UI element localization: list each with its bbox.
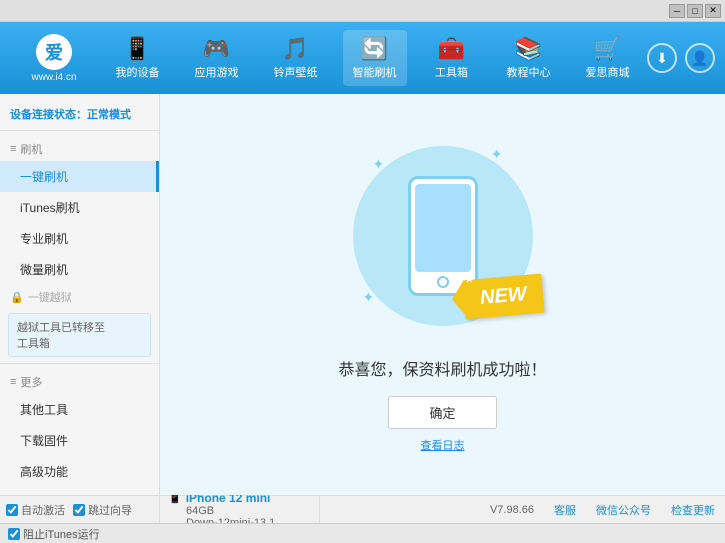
sidebar-item-save-flash[interactable]: 微量刷机 — [0, 254, 159, 285]
nav-apps-games[interactable]: 🎮 应用游戏 — [185, 30, 249, 86]
block-itunes-checkbox[interactable]: 阻止iTunes运行 — [8, 526, 100, 542]
section-more: ≡ 更多 — [0, 370, 159, 394]
auto-activate-input[interactable] — [6, 504, 18, 516]
bottom-bar: 自动激活 跳过向导 📱 iPhone 12 mini 64GB Down-12m… — [0, 495, 725, 523]
customer-service-link[interactable]: 客服 — [554, 502, 576, 518]
store-label: 爱思商城 — [586, 64, 630, 80]
block-itunes-input[interactable] — [8, 528, 20, 540]
minimize-button[interactable]: ─ — [669, 4, 685, 18]
checkboxes-area: 自动激活 跳过向导 — [6, 502, 153, 518]
sidebar-item-download-firmware[interactable]: 下载固件 — [0, 425, 159, 456]
skip-wizard-input[interactable] — [73, 504, 85, 516]
star-3: ✦ — [363, 289, 375, 306]
main-area: 设备连接状态：正常模式 ≡ 刷机 一键刷机 iTunes刷机 专业刷机 微量刷机… — [0, 94, 725, 495]
phone-home-button — [437, 276, 449, 288]
device-storage: 64GB — [168, 505, 311, 517]
version-label: V7.98.66 — [490, 504, 534, 516]
tutorials-label: 教程中心 — [507, 64, 551, 80]
ringtones-label: 铃声壁纸 — [274, 64, 318, 80]
device-status: 设备连接状态：正常模式 — [0, 102, 159, 131]
logo-area: 爱 www.i4.cn — [10, 34, 98, 83]
auto-activate-label: 自动激活 — [21, 502, 65, 518]
skip-wizard-checkbox[interactable]: 跳过向导 — [73, 502, 132, 518]
window-controls: ─ □ ✕ — [669, 4, 721, 18]
device-status-label: 设备连接状态： — [10, 109, 87, 121]
download-button[interactable]: ⬇ — [647, 43, 677, 73]
lock-icon: 🔒 — [10, 291, 24, 304]
bottom-device-info: 📱 iPhone 12 mini 64GB Down-12mini-13,1 — [160, 496, 320, 523]
bottom-right: V7.98.66 客服 微信公众号 检查更新 — [320, 496, 725, 523]
apps-label: 应用游戏 — [195, 64, 239, 80]
phone-screen — [415, 184, 471, 272]
logo-icon: 爱 — [36, 34, 72, 70]
star-1: ✦ — [373, 156, 385, 173]
help-link[interactable]: 查看日志 — [421, 437, 465, 453]
more-icon: ≡ — [10, 376, 16, 388]
section-flash-label: 刷机 — [20, 141, 42, 157]
user-button[interactable]: 👤 — [685, 43, 715, 73]
nav-toolbox[interactable]: 🧰 工具箱 — [422, 30, 482, 86]
smart-flash-label: 智能刷机 — [353, 64, 397, 80]
restore-button[interactable]: □ — [687, 4, 703, 18]
device-status-value: 正常模式 — [87, 109, 131, 121]
sidebar-item-itunes-flash[interactable]: iTunes刷机 — [0, 192, 159, 223]
section-flash: ≡ 刷机 — [0, 137, 159, 161]
sidebar-item-other-tools[interactable]: 其他工具 — [0, 394, 159, 425]
wechat-link[interactable]: 微信公众号 — [596, 502, 651, 518]
success-message: 恭喜您，保资料刷机成功啦！ — [338, 356, 546, 380]
tutorials-icon: 📚 — [515, 36, 542, 62]
ringtones-icon: 🎵 — [282, 36, 309, 62]
sidebar-item-one-click-flash[interactable]: 一键刷机 — [0, 161, 159, 192]
sidebar-item-pro-flash[interactable]: 专业刷机 — [0, 223, 159, 254]
content-area: ✦ ✦ ✦ NEW 恭喜您，保资料刷机成功啦！ 确定 查看日志 — [160, 94, 725, 495]
confirm-button[interactable]: 确定 — [388, 396, 496, 429]
sidebar-item-advanced[interactable]: 高级功能 — [0, 456, 159, 487]
nav-bar: 📱 我的设备 🎮 应用游戏 🎵 铃声壁纸 🔄 智能刷机 🧰 工具箱 📚 教程中心… — [98, 30, 647, 86]
bottom-section: 自动激活 跳过向导 📱 iPhone 12 mini 64GB Down-12m… — [0, 495, 725, 543]
check-update-link[interactable]: 检查更新 — [671, 502, 715, 518]
sidebar-divider — [0, 363, 159, 364]
title-bar: ─ □ ✕ — [0, 0, 725, 22]
close-button[interactable]: ✕ — [705, 4, 721, 18]
itunes-bar: 阻止iTunes运行 — [0, 523, 725, 543]
phone-illustration: ✦ ✦ ✦ NEW — [343, 136, 543, 336]
new-badge: NEW — [462, 274, 544, 320]
toolbox-icon: 🧰 — [438, 36, 465, 62]
smart-flash-icon: 🔄 — [361, 36, 388, 62]
header: 爱 www.i4.cn 📱 我的设备 🎮 应用游戏 🎵 铃声壁纸 🔄 智能刷机 … — [0, 22, 725, 94]
section-jailbreak-label: 一键越狱 — [28, 289, 72, 305]
sidebar: 设备连接状态：正常模式 ≡ 刷机 一键刷机 iTunes刷机 专业刷机 微量刷机… — [0, 94, 160, 495]
section-more-label: 更多 — [20, 374, 42, 390]
jailbreak-notice: 越狱工具已转移至工具箱 — [8, 313, 151, 357]
auto-activate-checkbox[interactable]: 自动激活 — [6, 502, 65, 518]
nav-my-device[interactable]: 📱 我的设备 — [106, 30, 170, 86]
header-right: ⬇ 👤 — [647, 43, 715, 73]
store-icon: 🛒 — [594, 36, 621, 62]
toolbox-label: 工具箱 — [435, 64, 468, 80]
section-jailbreak: 🔒 一键越狱 — [0, 285, 159, 309]
logo-url: www.i4.cn — [31, 72, 76, 83]
nav-store[interactable]: 🛒 爱思商城 — [576, 30, 640, 86]
bottom-left: 自动激活 跳过向导 — [0, 496, 160, 523]
nav-tutorials[interactable]: 📚 教程中心 — [497, 30, 561, 86]
apps-icon: 🎮 — [203, 36, 230, 62]
skip-wizard-label: 跳过向导 — [88, 502, 132, 518]
section-flash-icon: ≡ — [10, 143, 16, 155]
nav-ringtones[interactable]: 🎵 铃声壁纸 — [264, 30, 328, 86]
my-device-label: 我的设备 — [116, 64, 160, 80]
star-2: ✦ — [491, 146, 503, 163]
my-device-icon: 📱 — [124, 36, 151, 62]
block-itunes-label: 阻止iTunes运行 — [23, 526, 100, 542]
nav-smart-flash[interactable]: 🔄 智能刷机 — [343, 30, 407, 86]
